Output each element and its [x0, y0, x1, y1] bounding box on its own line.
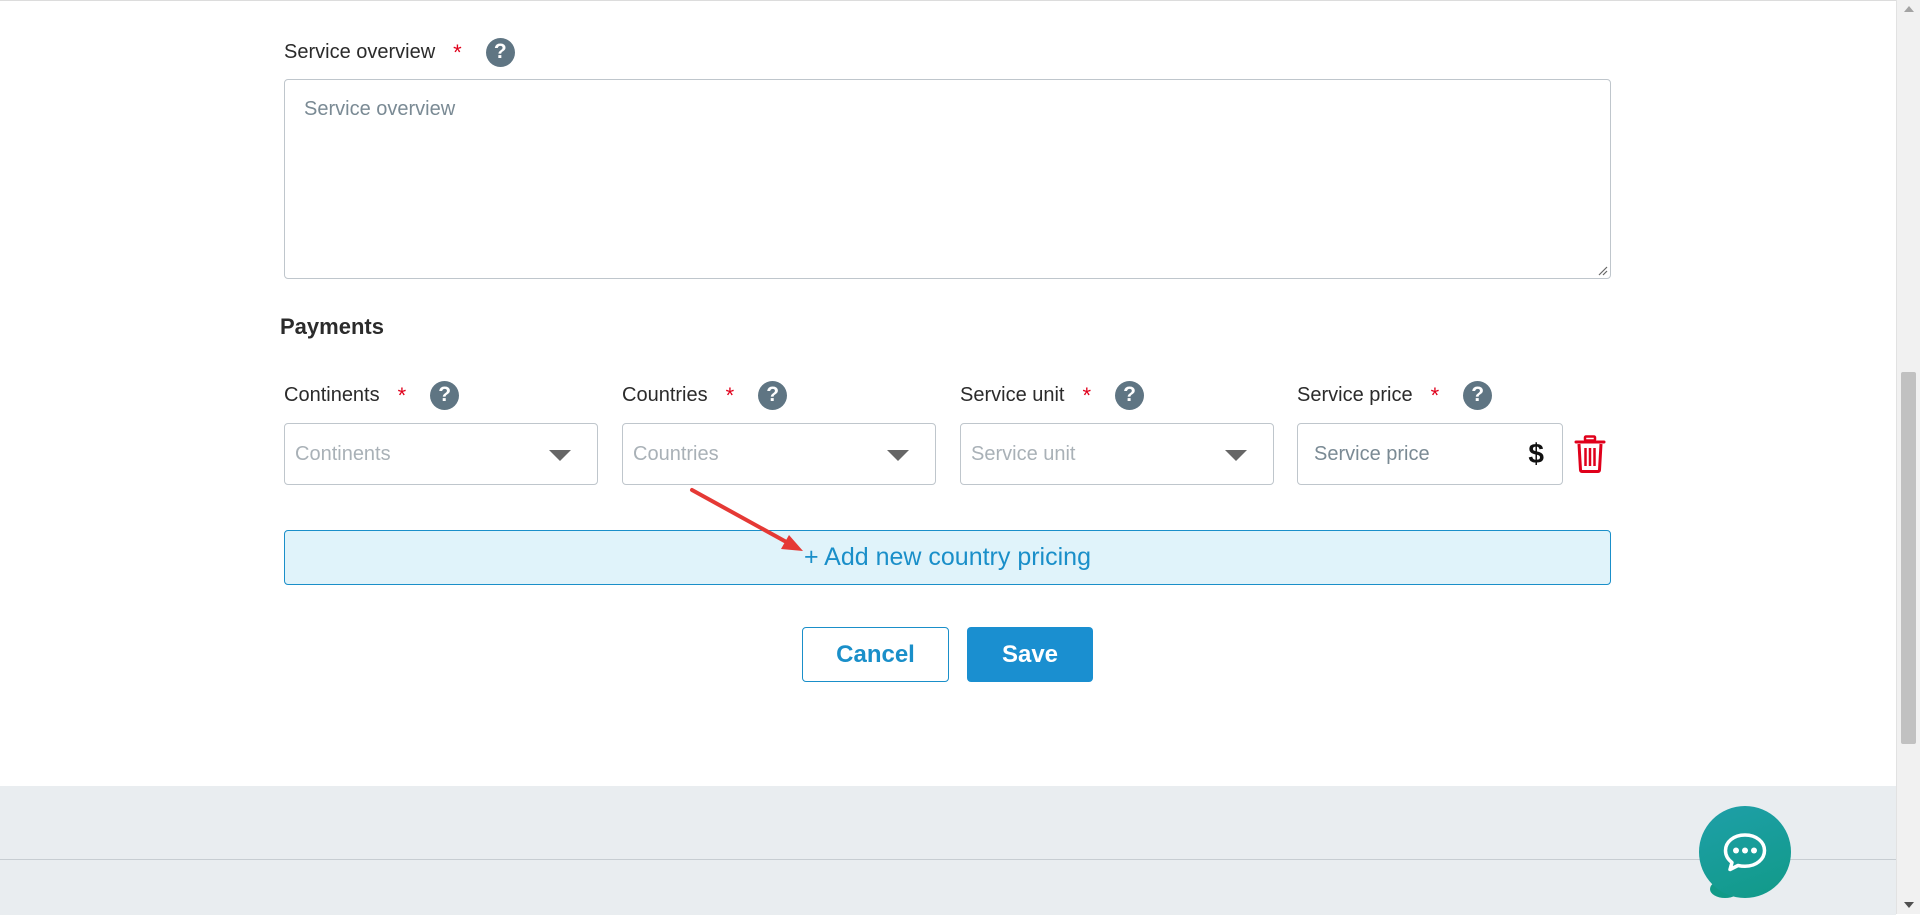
caret-down-icon	[1225, 450, 1247, 461]
resize-handle-icon[interactable]	[1596, 264, 1608, 276]
service-unit-label-row: Service unit * ?	[960, 380, 1145, 410]
chat-bubble-icon	[1723, 833, 1767, 872]
required-asterisk: *	[1082, 383, 1092, 408]
service-unit-label: Service unit	[960, 383, 1065, 406]
required-asterisk: *	[397, 383, 407, 408]
help-icon[interactable]: ?	[485, 37, 515, 67]
save-button-label: Save	[1001, 640, 1059, 668]
payments-section-title: Payments	[280, 314, 384, 339]
scrollbar-thumb[interactable]	[1901, 372, 1916, 744]
continents-label-row: Continents * ?	[284, 380, 460, 410]
scroll-up-icon[interactable]	[1904, 6, 1914, 12]
trash-icon[interactable]	[1574, 435, 1606, 473]
caret-down-icon	[549, 450, 571, 461]
required-asterisk: *	[725, 383, 735, 408]
chat-widget-button[interactable]	[1699, 806, 1791, 898]
service-price-input[interactable]: Service price $	[1297, 423, 1563, 485]
dollar-icon: $	[1528, 438, 1544, 469]
continents-label: Continents	[284, 383, 380, 406]
vertical-scrollbar[interactable]	[1896, 0, 1920, 914]
countries-select[interactable]: Countries	[622, 423, 936, 485]
caret-down-icon	[887, 450, 909, 461]
countries-label-row: Countries * ?	[622, 380, 788, 410]
service-overview-placeholder: Service overview	[304, 98, 456, 120]
required-asterisk: *	[453, 40, 462, 65]
add-country-pricing-label: + Add new country pricing	[804, 543, 1091, 571]
service-unit-select[interactable]: Service unit	[960, 423, 1274, 485]
help-icon[interactable]: ?	[430, 380, 460, 410]
page: Service overview * ? Service overview Pa…	[0, 0, 1896, 915]
help-icon[interactable]: ?	[758, 380, 788, 410]
countries-placeholder: Countries	[633, 442, 719, 465]
service-overview-textarea[interactable]: Service overview	[284, 79, 1611, 279]
service-price-label-row: Service price * ?	[1297, 380, 1493, 410]
scroll-down-icon[interactable]	[1904, 902, 1914, 908]
service-unit-placeholder: Service unit	[971, 442, 1076, 465]
service-overview-label-row: Service overview * ?	[284, 37, 515, 67]
continents-select[interactable]: Continents	[284, 423, 598, 485]
help-icon[interactable]: ?	[1463, 380, 1493, 410]
service-price-label: Service price	[1297, 383, 1413, 406]
required-asterisk: *	[1430, 383, 1440, 408]
footer	[0, 786, 1896, 915]
help-icon[interactable]: ?	[1115, 380, 1145, 410]
cancel-button[interactable]: Cancel	[802, 627, 949, 682]
cancel-button-label: Cancel	[836, 640, 915, 668]
service-overview-label: Service overview	[284, 40, 436, 63]
save-button[interactable]: Save	[967, 627, 1093, 682]
continents-placeholder: Continents	[295, 442, 391, 465]
footer-divider	[0, 859, 1896, 860]
add-country-pricing-button[interactable]: + Add new country pricing	[284, 530, 1611, 585]
service-price-placeholder: Service price	[1314, 442, 1430, 465]
countries-label: Countries	[622, 383, 708, 406]
